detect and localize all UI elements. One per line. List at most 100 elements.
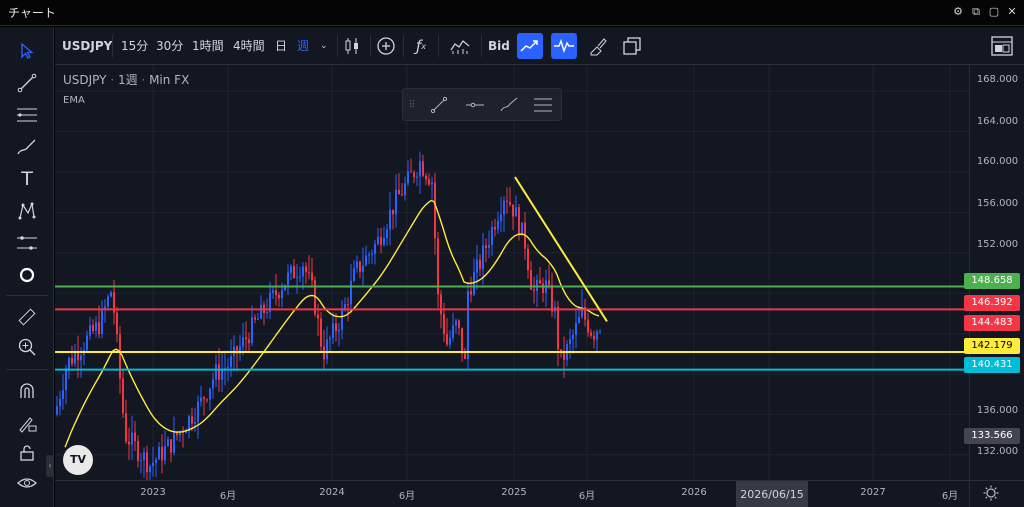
candle-body: [410, 171, 412, 173]
candle-body: [587, 319, 589, 333]
settings-gear-icon[interactable]: ⚙: [952, 5, 964, 19]
legend-interval: 1週: [117, 73, 138, 87]
candle-body: [197, 401, 199, 422]
candle-body: [356, 261, 358, 269]
candle-body: [377, 236, 379, 244]
candle-body: [161, 446, 163, 461]
cursor-icon[interactable]: [10, 37, 44, 65]
zoom-in-icon[interactable]: [10, 333, 44, 361]
candle-body: [170, 439, 172, 453]
price-tick: 156.000: [976, 198, 1019, 209]
interval-4h-button[interactable]: 4時間: [233, 36, 265, 56]
candle-body: [347, 304, 349, 306]
candle-body: [557, 306, 559, 350]
candle-body: [332, 323, 334, 338]
layout-windows-icon[interactable]: [989, 33, 1015, 59]
candle-body: [80, 355, 82, 361]
candle-body: [542, 283, 544, 294]
legend-indicator-ema[interactable]: EMA: [63, 95, 85, 106]
floating-drawing-toolbar: ⠿: [402, 88, 562, 121]
time-tick: 6月: [398, 491, 416, 502]
candle-body: [302, 266, 304, 277]
chart-pane[interactable]: USDJPY · 1週 · Min FX EMA ⠿ TV: [55, 65, 969, 480]
interval-week-button[interactable]: 週: [297, 36, 309, 56]
shape-circle-icon[interactable]: [10, 261, 44, 289]
candle-body: [152, 462, 154, 467]
candle-body: [440, 294, 442, 315]
eye-icon[interactable]: [10, 469, 44, 497]
ruler-icon[interactable]: [10, 303, 44, 331]
candle-body: [503, 200, 505, 215]
candle-body: [296, 277, 298, 279]
fb-brush-icon[interactable]: [495, 93, 523, 117]
last-price-label: 144.483: [964, 315, 1020, 331]
candle-body: [320, 318, 322, 347]
pattern-icon[interactable]: [10, 197, 44, 225]
candle-body: [482, 245, 484, 269]
interval-day-button[interactable]: 日: [275, 36, 287, 56]
candle-body: [110, 292, 112, 297]
legend-source: Min FX: [149, 73, 190, 87]
fb-fib-icon[interactable]: [529, 93, 557, 117]
brush-icon[interactable]: [10, 133, 44, 161]
candle-body: [128, 441, 130, 445]
candle-body: [383, 238, 385, 245]
fb-trend-line-icon[interactable]: [425, 93, 453, 117]
trend-chart-icon[interactable]: [517, 33, 543, 59]
candle-body: [419, 161, 421, 177]
candle-body: [479, 259, 481, 269]
magnet-icon[interactable]: [10, 377, 44, 405]
crosshair-time-label: 2026/06/15: [736, 481, 808, 507]
candle-body: [206, 399, 208, 401]
lock-drawings-icon[interactable]: [10, 409, 44, 437]
indicators-fx-icon[interactable]: ƒx: [408, 33, 434, 59]
candle-body: [413, 172, 415, 178]
drag-handle-icon[interactable]: ⠿: [405, 93, 419, 117]
interval-15m-button[interactable]: 15分: [121, 36, 148, 56]
price-chart[interactable]: [55, 65, 969, 480]
compare-add-icon[interactable]: [373, 33, 399, 59]
candle-body: [248, 339, 250, 344]
candle-body: [167, 439, 169, 447]
price-tick: 132.000: [976, 446, 1019, 457]
pulse-chart-icon[interactable]: [551, 33, 577, 59]
time-axis[interactable]: 2023 6月 2024 6月 2025 6月 2026 2026/06/15 …: [55, 480, 969, 507]
popout-icon[interactable]: ⧉: [970, 5, 982, 19]
duplicate-icon[interactable]: [619, 33, 645, 59]
collapse-toolbar-icon[interactable]: ‹: [46, 455, 54, 477]
fb-horizontal-ray-icon[interactable]: [461, 93, 489, 117]
prediction-icon[interactable]: [10, 229, 44, 257]
eraser-brush-icon[interactable]: [585, 33, 611, 59]
candle-body: [131, 432, 133, 445]
candle-body: [599, 330, 601, 332]
bid-ask-toggle[interactable]: Bid: [488, 36, 510, 56]
price-axis[interactable]: 168.000 164.000 160.000 156.000 152.000 …: [964, 65, 1024, 480]
trend-line-icon[interactable]: [10, 69, 44, 97]
interval-30m-button[interactable]: 30分: [156, 36, 183, 56]
candle-body: [341, 310, 343, 330]
candle-body: [368, 254, 370, 256]
fib-retracement-icon[interactable]: [10, 101, 44, 129]
candle-body: [266, 312, 268, 314]
unlock-icon[interactable]: [10, 439, 44, 467]
chart-settings-corner[interactable]: [969, 480, 1024, 507]
candle-body: [293, 266, 295, 279]
candle-body: [407, 171, 409, 184]
symbol-search-button[interactable]: USDJPY: [62, 36, 112, 56]
interval-dropdown-icon[interactable]: ⌄: [320, 36, 328, 56]
tradingview-logo[interactable]: TV: [63, 445, 93, 475]
candle-body: [149, 466, 151, 473]
level-label-yellow: 142.179: [964, 338, 1020, 354]
text-tool-icon[interactable]: T: [10, 165, 44, 193]
close-icon[interactable]: ✕: [1006, 5, 1018, 19]
candle-body: [425, 175, 427, 180]
level-label-red: 146.392: [964, 295, 1020, 311]
candle-body: [92, 324, 94, 332]
candle-style-icon[interactable]: [339, 33, 365, 59]
candle-body: [158, 446, 160, 460]
candle-body: [143, 452, 145, 461]
templates-icon[interactable]: [447, 33, 473, 59]
restore-icon[interactable]: ▢: [988, 5, 1000, 19]
candle-body: [251, 317, 253, 344]
interval-1h-button[interactable]: 1時間: [192, 36, 224, 56]
